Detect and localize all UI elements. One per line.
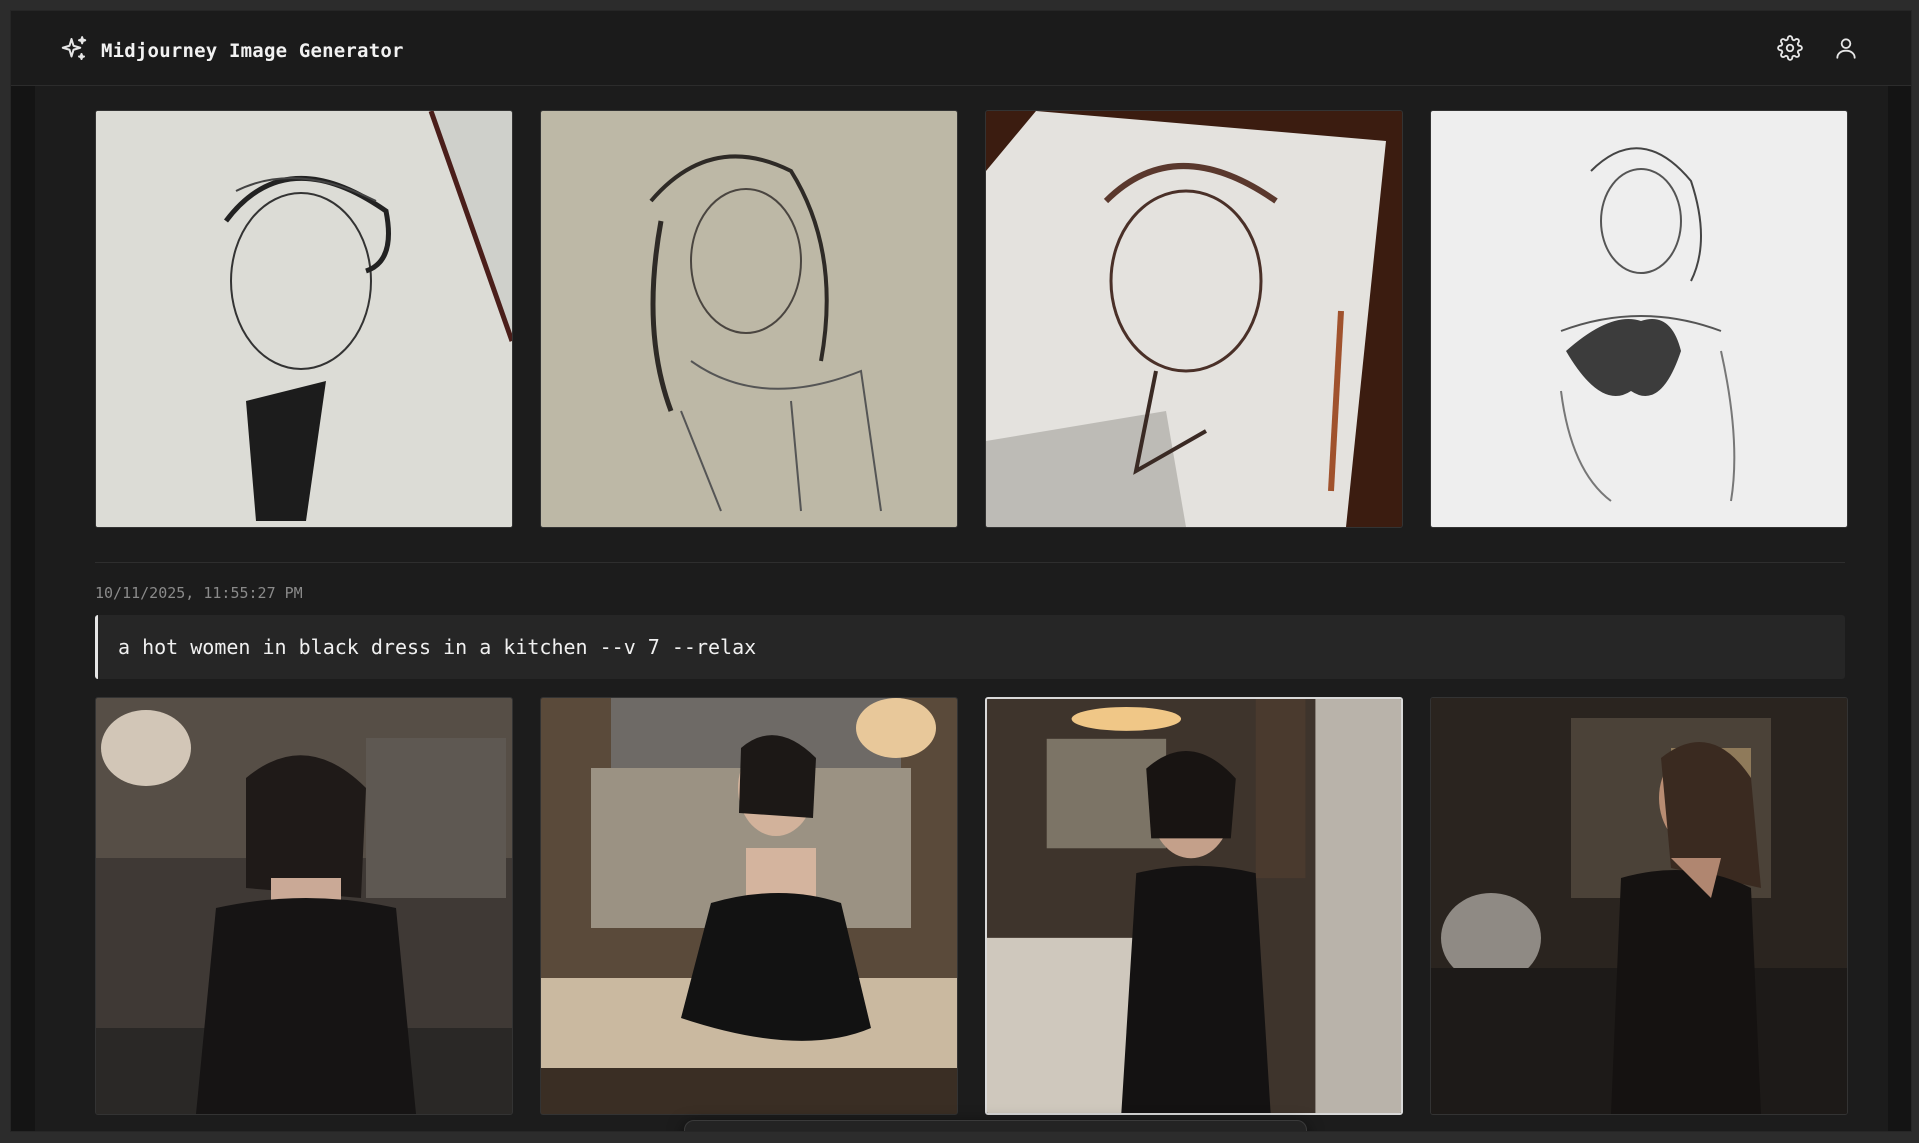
prompt-text: a hot women in black dress in a kitchen … — [95, 615, 1845, 679]
generated-image[interactable] — [540, 110, 958, 528]
generated-image-selected[interactable] — [985, 697, 1403, 1115]
header-actions — [1775, 33, 1861, 63]
generated-image[interactable] — [985, 110, 1403, 528]
app-window: Midjourney Image Generator 10/11/2025, 1… — [10, 10, 1912, 1132]
sparkles-icon — [59, 34, 89, 68]
prompt-composer — [684, 1120, 1307, 1131]
generated-image[interactable] — [1430, 697, 1848, 1115]
current-batch-grid — [95, 697, 1848, 1115]
user-icon — [1836, 38, 1856, 59]
generated-image[interactable] — [540, 697, 958, 1115]
scrollbar[interactable] — [1891, 86, 1911, 1131]
generated-image[interactable] — [95, 110, 513, 528]
previous-batch-grid — [95, 110, 1848, 528]
brand: Midjourney Image Generator — [59, 34, 404, 68]
account-button[interactable] — [1831, 33, 1861, 63]
top-bar: Midjourney Image Generator — [11, 11, 1911, 86]
gear-icon — [1777, 35, 1803, 61]
batch-timestamp: 10/11/2025, 11:55:27 PM — [95, 584, 303, 602]
batch-divider — [95, 562, 1845, 563]
app-title: Midjourney Image Generator — [101, 40, 404, 62]
generated-image[interactable] — [95, 697, 513, 1115]
image-feed[interactable]: 10/11/2025, 11:55:27 PM a hot women in b… — [35, 86, 1888, 1131]
settings-button[interactable] — [1775, 33, 1805, 63]
generated-image[interactable] — [1430, 110, 1848, 528]
